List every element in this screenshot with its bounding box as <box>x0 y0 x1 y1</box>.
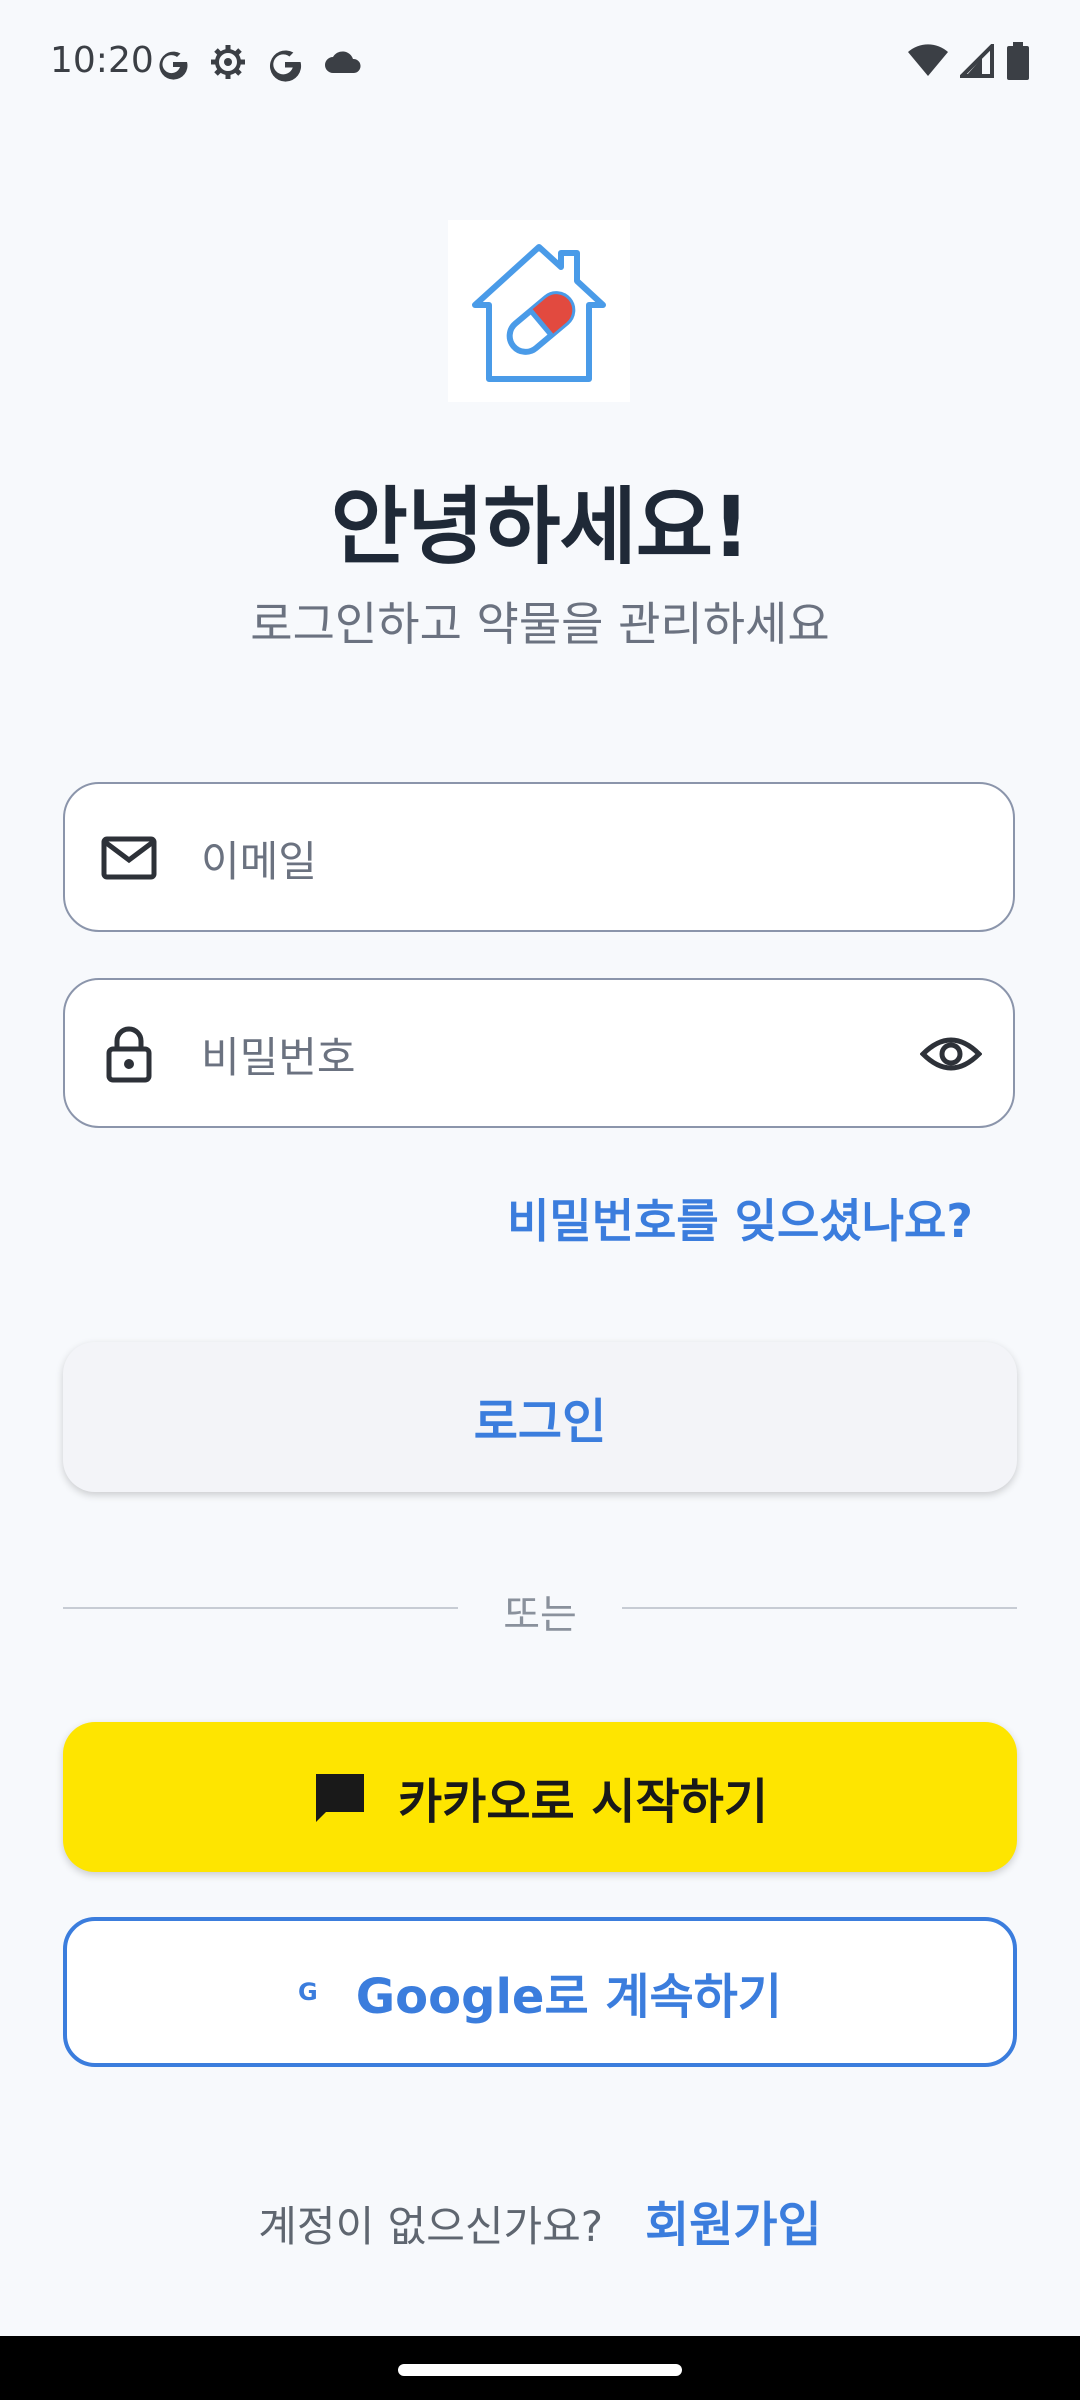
page-subtitle: 로그인하고 약물을 관리하세요 <box>250 597 830 651</box>
google-login-button[interactable]: G Google로 계속하기 <box>63 1917 1017 2067</box>
password-placeholder: 비밀번호 <box>201 1033 356 1082</box>
page-title: 안녕하세요! <box>330 478 751 576</box>
status-system-icons <box>908 42 1030 80</box>
forgot-password-link[interactable]: 비밀번호를 잊으셨나요? <box>507 1185 973 1251</box>
app-logo <box>448 220 630 402</box>
battery-icon <box>1007 42 1029 80</box>
google-g-icon <box>159 51 188 80</box>
login-button[interactable]: 로그인 <box>63 1342 1017 1492</box>
email-field[interactable]: 이메일 <box>63 782 1015 932</box>
eye-icon[interactable] <box>919 1024 983 1084</box>
divider-label: 또는 <box>503 1592 577 1638</box>
status-notification-icons <box>155 42 363 82</box>
settings-gear-icon <box>211 45 245 79</box>
wifi-icon <box>908 44 948 76</box>
google-g-icon: G <box>298 1978 318 2006</box>
home-pill-icon <box>472 244 606 382</box>
status-bar: 10:20 <box>0 0 1080 130</box>
chat-bubble-icon <box>316 1774 364 1822</box>
home-gesture-handle[interactable] <box>398 2364 682 2376</box>
google-login-label: Google로 계속하기 <box>355 1969 782 2025</box>
password-field[interactable]: 비밀번호 <box>63 978 1015 1128</box>
lock-icon <box>101 1026 157 1083</box>
signup-link[interactable]: 회원가입 <box>645 2197 822 2253</box>
divider-line-right <box>622 1607 1017 1609</box>
mail-icon <box>101 830 157 886</box>
divider-line-left <box>63 1607 458 1609</box>
signup-row: 계정이 없으신가요? 회원가입 <box>0 2185 1080 2255</box>
status-time: 10:20 <box>50 40 154 81</box>
cloud-icon <box>325 51 361 73</box>
cell-signal-icon <box>960 44 994 78</box>
kakao-login-button[interactable]: 카카오로 시작하기 <box>63 1722 1017 1872</box>
kakao-login-label: 카카오로 시작하기 <box>398 1774 768 1830</box>
google-g-icon <box>269 50 302 82</box>
email-placeholder: 이메일 <box>201 837 317 886</box>
signup-prompt: 계정이 없으신가요? <box>258 2202 604 2251</box>
